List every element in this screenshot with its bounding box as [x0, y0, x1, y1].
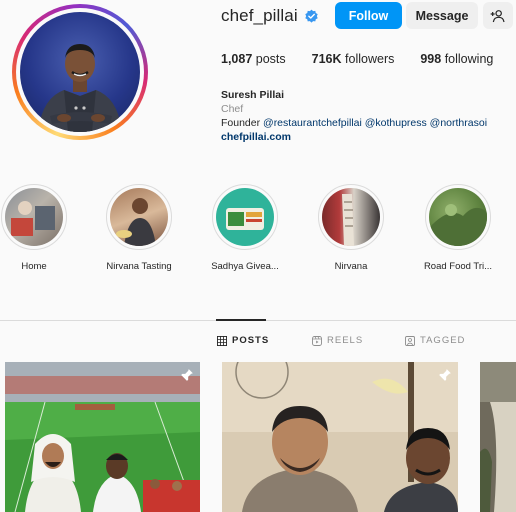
pinned-post-icon	[180, 368, 194, 387]
tab-posts[interactable]: POSTS	[217, 335, 269, 346]
highlight-ring	[212, 184, 278, 250]
following-label: following	[444, 52, 494, 66]
profile-avatar-ring[interactable]	[12, 4, 148, 140]
grid-icon	[217, 335, 227, 346]
post-image	[480, 362, 516, 512]
tab-tagged-label: TAGGED	[420, 335, 466, 346]
highlight-item-nirvana-tasting[interactable]: Nirvana Tasting	[89, 184, 189, 272]
highlight-cover	[110, 188, 168, 246]
suggested-accounts-button[interactable]	[483, 2, 513, 29]
message-button[interactable]: Message	[406, 2, 478, 29]
following-stat[interactable]: 998 following	[420, 52, 493, 66]
avatar-frame	[16, 8, 144, 136]
tab-reels-label: REELS	[327, 335, 364, 346]
bio-prefix: Founder	[221, 117, 264, 129]
bio-description: Founder @restaurantchefpillai @kothupres…	[221, 116, 516, 130]
highlight-ring	[318, 184, 384, 250]
verified-badge-icon	[304, 9, 319, 24]
post-thumbnail[interactable]	[5, 362, 200, 512]
highlight-label: Road Food Tri...	[423, 261, 493, 272]
following-count: 998	[420, 52, 442, 66]
highlight-label: Nirvana	[334, 261, 368, 272]
followers-count: 716K	[311, 52, 342, 66]
highlight-ring	[106, 184, 172, 250]
posts-count: 1,087	[221, 52, 253, 66]
highlight-cover	[216, 188, 274, 246]
profile-category: Chef	[221, 103, 244, 115]
posts-label: posts	[255, 52, 286, 66]
highlight-cover	[322, 188, 380, 246]
highlight-item-sadhya-giveaway[interactable]: Sadhya Givea...	[195, 184, 295, 272]
highlight-item-home[interactable]: Home	[0, 184, 84, 272]
posts-stat: 1,087 posts	[221, 52, 286, 66]
bio-mentions[interactable]: @restaurantchefpillai @kothupress @north…	[263, 117, 487, 129]
highlight-label: Nirvana Tasting	[106, 261, 172, 272]
tab-reels[interactable]: REELS	[312, 335, 363, 346]
profile-username: chef_pillai	[221, 6, 298, 25]
highlight-ring	[1, 184, 67, 250]
highlight-label: Sadhya Givea...	[211, 261, 279, 272]
highlight-cover	[5, 188, 63, 246]
followers-stat[interactable]: 716K followers	[312, 52, 395, 66]
highlight-item-nirvana[interactable]: Nirvana	[301, 184, 401, 272]
bio-link[interactable]: chefpillai.com	[221, 130, 516, 144]
tab-tagged[interactable]: TAGGED	[405, 335, 465, 346]
profile-stats: 1,087 posts 716K followers 998 following	[221, 52, 516, 66]
tagged-icon	[405, 335, 415, 346]
highlight-ring	[425, 184, 491, 250]
highlight-label: Home	[21, 261, 47, 272]
highlight-item-road-food-trip[interactable]: Road Food Tri...	[408, 184, 508, 272]
avatar-image	[38, 44, 122, 132]
post-image	[5, 362, 200, 512]
tab-posts-label: POSTS	[232, 335, 270, 346]
post-thumbnail[interactable]	[222, 362, 458, 512]
add-person-icon	[490, 9, 505, 22]
username-row: chef_pillai	[221, 3, 319, 29]
followers-label: followers	[345, 52, 395, 66]
post-thumbnail[interactable]	[480, 362, 516, 512]
active-tab-indicator	[216, 319, 266, 321]
profile-display-name: Suresh Pillai	[221, 89, 285, 101]
avatar[interactable]	[20, 12, 140, 132]
post-image	[222, 362, 458, 512]
reels-icon	[312, 335, 322, 346]
highlight-cover	[429, 188, 487, 246]
follow-button[interactable]: Follow	[335, 2, 402, 29]
profile-bio: Suresh Pillai Chef Founder @restaurantch…	[221, 88, 516, 144]
pinned-post-icon	[438, 368, 452, 387]
story-highlights: Home Nirvana Tasting Sadhya Givea... Nir…	[0, 184, 516, 284]
